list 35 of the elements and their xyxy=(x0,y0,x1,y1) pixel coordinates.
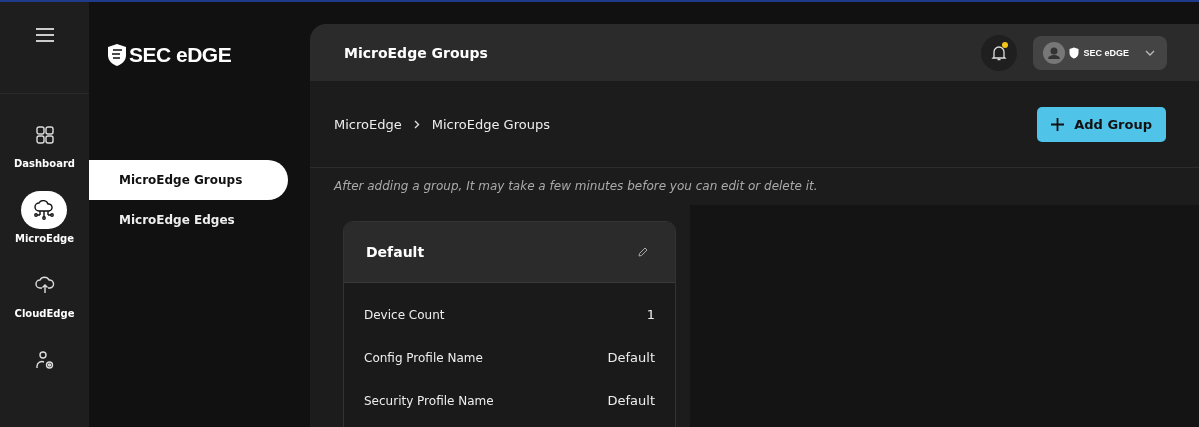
shield-logo-icon xyxy=(107,43,127,67)
chevron-down-icon xyxy=(1145,49,1155,56)
cloud-network-icon xyxy=(33,200,56,220)
menu-icon[interactable] xyxy=(34,28,55,42)
breadcrumb-item[interactable]: MicroEdge xyxy=(334,116,402,132)
rail-icon-button[interactable] xyxy=(21,191,68,229)
plus-icon xyxy=(1051,117,1065,131)
group-name: Default xyxy=(366,244,425,260)
submenu-item[interactable]: MicroEdge Edges xyxy=(89,200,288,240)
account-name: SEC eDGE xyxy=(1083,47,1129,58)
breadcrumb-item[interactable]: MicroEdge Groups xyxy=(431,116,550,132)
grid-icon xyxy=(35,126,54,144)
bell-icon xyxy=(991,44,1008,61)
rail-label[interactable]: Dashboard xyxy=(14,158,75,169)
page-title: MicroEdge Groups xyxy=(344,44,489,61)
add-group-button[interactable]: Add Group xyxy=(1037,106,1166,142)
chevron-right-icon xyxy=(413,119,420,129)
user-settings-icon xyxy=(34,350,55,370)
field-value: Default xyxy=(607,350,655,365)
field-value: 1 xyxy=(646,307,655,322)
shield-logo-icon xyxy=(1069,46,1080,59)
avatar-icon xyxy=(1043,41,1066,64)
brand-name: SEC eDGE xyxy=(129,43,232,67)
rail-label[interactable]: CloudEdge xyxy=(14,308,75,319)
cloud-upload-icon xyxy=(34,275,55,295)
info-note: After adding a group, It may take a few minutes before you can edit or delete it. xyxy=(332,178,819,195)
notification-button[interactable] xyxy=(981,34,1018,71)
field-label: Config Profile Name xyxy=(364,350,483,365)
pencil-icon[interactable] xyxy=(637,246,649,258)
submenu-item[interactable]: MicroEdge Groups xyxy=(89,160,288,200)
field-label: Security Profile Name xyxy=(364,393,494,408)
field-label: Device Count xyxy=(364,307,445,322)
rail-label[interactable]: MicroEdge xyxy=(14,233,74,244)
field-value: Default xyxy=(607,393,655,408)
account-menu[interactable]: SEC eDGE xyxy=(1033,35,1167,70)
